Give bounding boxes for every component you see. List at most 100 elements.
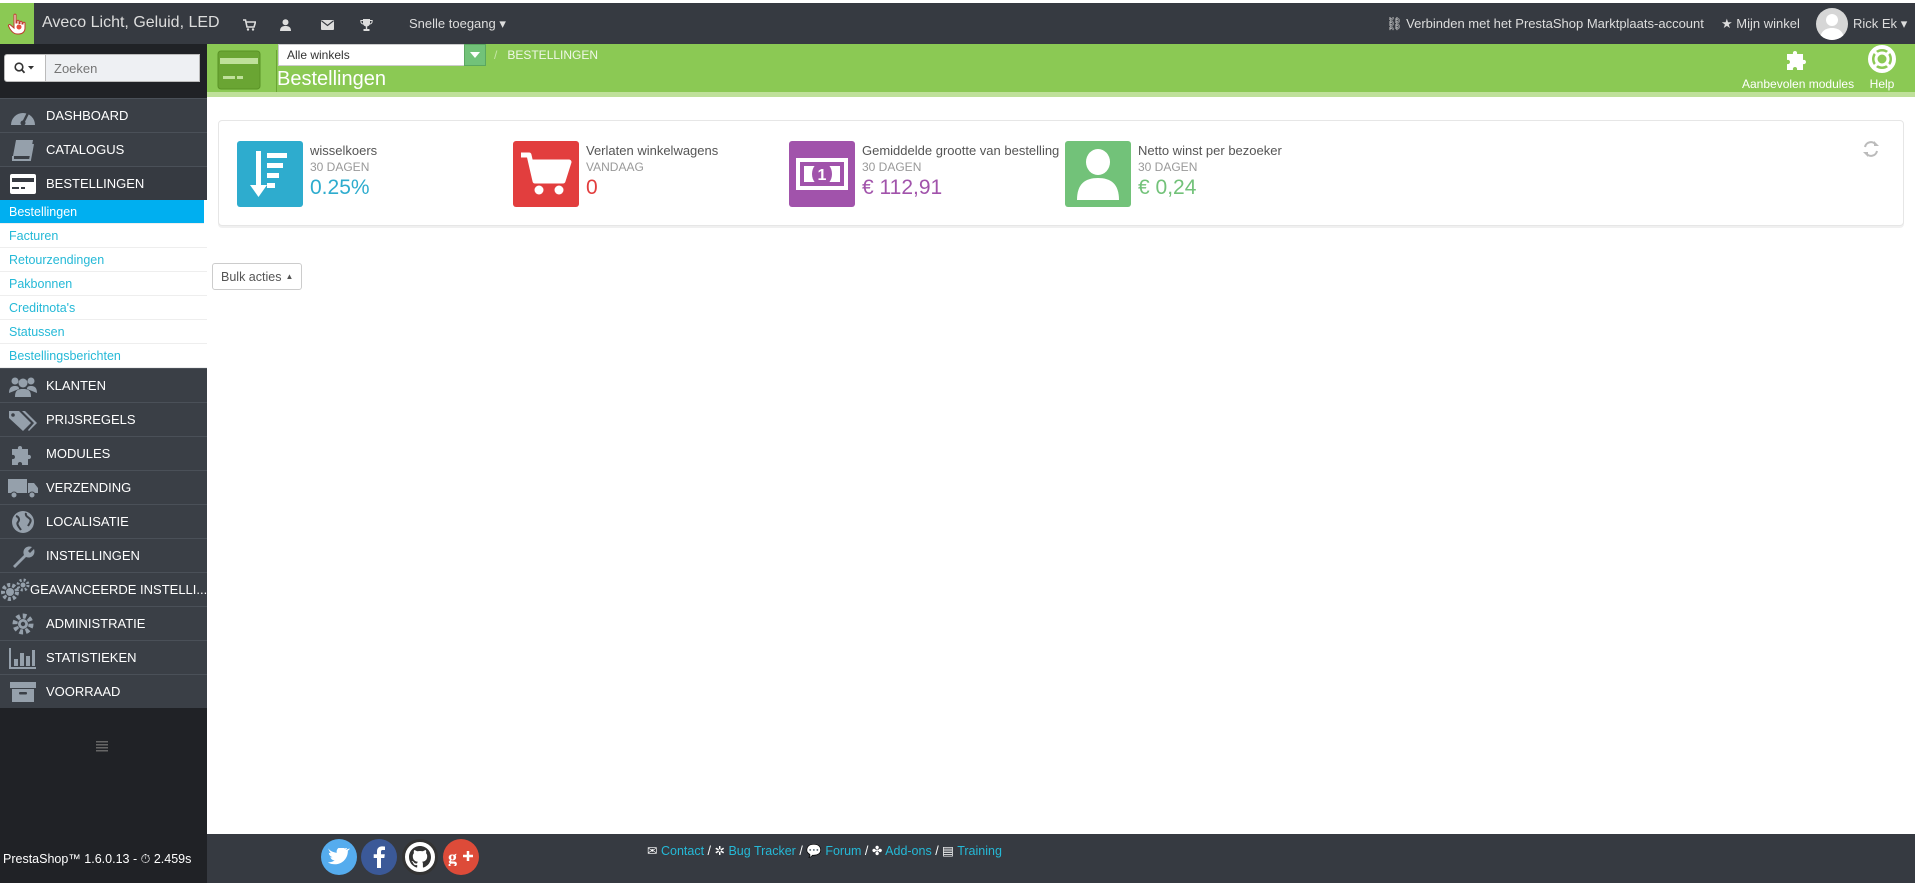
footer-link-contact[interactable]: Contact — [661, 844, 704, 858]
sidebar-item-instellingen[interactable]: INSTELLINGEN — [0, 538, 207, 572]
breadcrumb-item[interactable]: BESTELLINGEN — [507, 48, 598, 62]
life-ring-icon — [1867, 44, 1897, 74]
submenu-item-facturen[interactable]: Facturen — [0, 224, 207, 248]
search-input[interactable] — [46, 54, 200, 82]
cart-icon — [513, 141, 579, 207]
shop-select-value: Alle winkels — [287, 48, 350, 62]
sidebar-item-label: PRIJSREGELS — [46, 412, 136, 427]
shop-name[interactable]: Aveco Licht, Geluid, LED — [42, 14, 220, 32]
sidebar-item-label: GEAVANCEERDE INSTELLI... — [30, 582, 207, 597]
sidebar: DASHBOARD CATALOGUS BESTELLINGEN Bestell… — [0, 44, 207, 834]
sidebar-item-geavanceerde-instellingen[interactable]: GEAVANCEERDE INSTELLI... — [0, 572, 207, 606]
sidebar-item-label: ADMINISTRATIE — [46, 616, 146, 631]
connect-label: Verbinden met het PrestaShop Marktplaats… — [1406, 16, 1704, 31]
sidebar-item-statistieken[interactable]: STATISTIEKEN — [0, 640, 207, 674]
quick-access-dropdown[interactable]: Snelle toegang ▾ — [409, 16, 506, 32]
sidebar-item-localisatie[interactable]: LOCALISATIE — [0, 504, 207, 538]
user-icon — [1065, 141, 1131, 207]
envelope-icon[interactable] — [319, 17, 335, 33]
github-icon[interactable] — [402, 839, 438, 875]
kpi-panel: wisselkoers 30 DAGEN 0.25% Verlaten wink… — [218, 120, 1904, 226]
my-store-link[interactable]: ★ Mijn winkel — [1721, 16, 1800, 32]
submenu-item-bestellingen[interactable]: Bestellingen — [0, 200, 204, 224]
menu-collapse-icon[interactable] — [94, 740, 110, 752]
sidebar-item-label: CATALOGUS — [46, 142, 125, 157]
kpi-value: 0.25% — [310, 176, 370, 199]
submenu-item-pakbonnen[interactable]: Pakbonnen — [0, 272, 207, 296]
twitter-icon[interactable] — [321, 839, 357, 875]
user-name: Rick Ek — [1853, 16, 1898, 31]
user-icon[interactable] — [277, 17, 293, 33]
search-type-button[interactable] — [4, 54, 46, 82]
footer-link-bug-tracker[interactable]: Bug Tracker — [728, 844, 795, 858]
sidebar-item-label: VERZENDING — [46, 480, 132, 495]
sidebar-item-administratie[interactable]: ADMINISTRATIE — [0, 606, 207, 640]
trophy-icon[interactable] — [358, 17, 374, 33]
credit-card-icon — [0, 167, 46, 200]
kpi-title: Verlaten winkelwagens — [586, 143, 719, 158]
comments-icon: 💬 — [806, 844, 822, 858]
recommended-modules-label: Aanbevolen modules — [1742, 77, 1855, 91]
sidebar-item-bestellingen[interactable]: BESTELLINGEN — [0, 166, 207, 200]
kpi-period: 30 DAGEN — [862, 160, 922, 174]
main-menu: DASHBOARD CATALOGUS BESTELLINGEN Bestell… — [0, 98, 207, 708]
cogs-icon — [0, 573, 30, 606]
footer-link-training[interactable]: Training — [957, 844, 1002, 858]
top-bar: Aveco Licht, Geluid, LED Snelle toegang … — [0, 0, 1915, 44]
clock-icon: ⏱ — [140, 852, 151, 866]
bug-icon: ✲ — [714, 844, 725, 858]
bulk-actions-button[interactable]: Bulk acties ▲ — [212, 263, 303, 290]
bar-chart-icon — [0, 641, 46, 674]
cart-icon[interactable] — [241, 17, 257, 33]
connect-marketplace-link[interactable]: ⛓ Verbinden met het PrestaShop Marktplaa… — [1386, 16, 1704, 32]
wrench-icon — [0, 539, 46, 572]
kpi-title: Gemiddelde grootte van bestelling — [862, 143, 1060, 158]
orders-submenu: Bestellingen Facturen Retourzendingen Pa… — [0, 200, 207, 368]
link-icon: ⛓ — [1386, 16, 1403, 31]
footer-link-addons[interactable]: Add-ons — [885, 844, 932, 858]
sort-amount-down-icon — [237, 141, 303, 207]
sidebar-item-label: LOCALISATIE — [46, 514, 129, 529]
submenu-item-retourzendingen[interactable]: Retourzendingen — [0, 248, 207, 272]
envelope-icon: ✉ — [647, 844, 658, 858]
facebook-icon[interactable] — [361, 839, 397, 875]
submenu-item-statussen[interactable]: Statussen — [0, 320, 207, 344]
kpi-period: 30 DAGEN — [1138, 160, 1198, 174]
truck-icon — [0, 471, 46, 504]
help-button[interactable]: Help — [1867, 36, 1897, 91]
version-text: PrestaShop™ 1.6.0.13 - — [3, 852, 141, 866]
google-plus-icon[interactable]: g — [443, 839, 479, 875]
svg-text:1: 1 — [818, 167, 827, 184]
sidebar-item-voorraad[interactable]: VOORRAAD — [0, 674, 207, 708]
caret-down-icon — [464, 44, 486, 66]
prestashop-logo-icon[interactable] — [0, 3, 34, 44]
sidebar-item-modules[interactable]: MODULES — [0, 436, 207, 470]
star-icon: ★ — [1721, 16, 1733, 31]
sidebar-item-label: STATISTIEKEN — [46, 650, 137, 665]
book-icon: ▤ — [942, 844, 954, 858]
user-menu[interactable]: Rick Ek ▾ — [1853, 16, 1907, 32]
submenu-item-bestellingsberichten[interactable]: Bestellingsberichten — [0, 344, 207, 368]
sidebar-item-prijsregels[interactable]: PRIJSREGELS — [0, 402, 207, 436]
version-info: PrestaShop™ 1.6.0.13 - ⏱ 2.459s — [0, 834, 207, 883]
sidebar-item-label: KLANTEN — [46, 378, 106, 393]
kpi-period: 30 DAGEN — [310, 160, 370, 174]
page-header: Alle winkels / BESTELLINGEN Bestellingen … — [207, 44, 1915, 97]
footer-links: ✉ Contact / ✲ Bug Tracker / 💬 Forum / ✤ … — [647, 844, 1002, 858]
caret-down-icon: ▾ — [499, 16, 506, 31]
sidebar-item-dashboard[interactable]: DASHBOARD — [0, 98, 207, 132]
sidebar-item-label: DASHBOARD — [46, 108, 129, 123]
sidebar-item-klanten[interactable]: KLANTEN — [0, 368, 207, 402]
shop-select[interactable]: Alle winkels — [278, 44, 486, 66]
refresh-icon[interactable] — [1862, 140, 1880, 158]
sidebar-item-verzending[interactable]: VERZENDING — [0, 470, 207, 504]
search-bar — [4, 54, 200, 82]
sidebar-item-catalogus[interactable]: CATALOGUS — [0, 132, 207, 166]
kpi-period: VANDAAG — [586, 160, 644, 174]
footer-link-forum[interactable]: Forum — [825, 844, 861, 858]
kpi-value: € 112,91 — [862, 176, 943, 199]
money-icon: 1 — [789, 141, 855, 207]
recommended-modules-button[interactable]: Aanbevolen modules — [1742, 36, 1854, 91]
submenu-item-creditnotas[interactable]: Creditnota's — [0, 296, 207, 320]
page-title: Bestellingen — [277, 68, 386, 90]
